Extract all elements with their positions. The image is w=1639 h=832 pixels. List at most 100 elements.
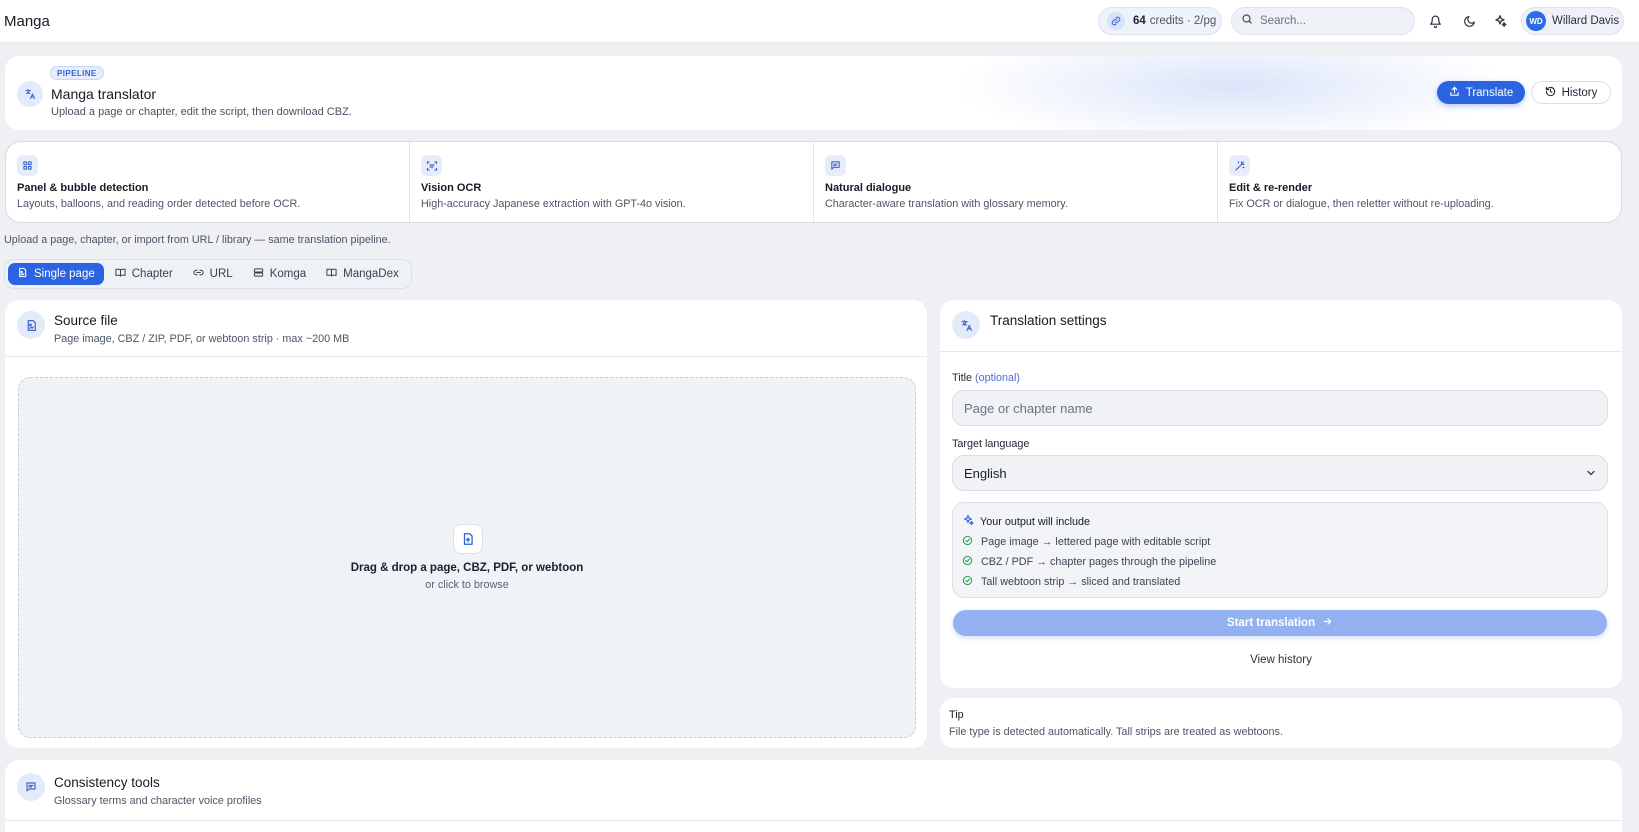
feature-desc: Layouts, balloons, and reading order det… xyxy=(17,198,301,210)
title-input[interactable] xyxy=(964,400,1607,416)
feature-title: Vision OCR xyxy=(421,182,482,194)
divider xyxy=(940,351,1622,352)
message-icon xyxy=(825,155,846,176)
upload-icon xyxy=(1449,86,1460,100)
feature-vision-ocr: Vision OCR High-accuracy Japanese extrac… xyxy=(410,142,814,222)
source-file-card: Source file Page image, CBZ / ZIP, PDF, … xyxy=(5,300,927,748)
tab-single-page[interactable]: Single page xyxy=(8,263,104,285)
feature-edit-rerender: Edit & re-render Fix OCR or dialogue, th… xyxy=(1218,142,1621,222)
translate-icon xyxy=(952,311,980,339)
page-subtitle: Upload a page or chapter, edit the scrip… xyxy=(51,106,352,118)
tip-title: Tip xyxy=(949,709,964,721)
history-button[interactable]: History xyxy=(1531,81,1611,104)
output-item-text: Page image → lettered page with editable… xyxy=(981,536,1211,548)
translate-button[interactable]: Translate xyxy=(1437,81,1525,104)
history-button-label: History xyxy=(1561,86,1598,99)
feature-natural-dialogue: Natural dialogue Character-aware transla… xyxy=(814,142,1218,222)
bell-icon[interactable] xyxy=(1425,11,1445,31)
page-title: Manga translator xyxy=(51,86,157,102)
tab-label: MangaDex xyxy=(343,268,399,280)
link-icon xyxy=(1107,12,1125,30)
tab-label: Single page xyxy=(34,268,95,280)
output-summary: Your output will include Page image → le… xyxy=(952,502,1608,598)
tab-url[interactable]: URL xyxy=(184,263,242,285)
tab-mangadex[interactable]: MangaDex xyxy=(317,263,408,285)
file-upload-icon xyxy=(453,524,483,554)
feature-desc: Character-aware translation with glossar… xyxy=(825,198,1068,210)
language-label: Target language xyxy=(952,438,1030,450)
output-title: Your output will include xyxy=(980,515,1091,528)
list-item: Page image → lettered page with editable… xyxy=(962,535,1210,549)
check-circle-icon xyxy=(962,575,973,589)
feature-desc: Fix OCR or dialogue, then reletter witho… xyxy=(1229,198,1494,210)
credits-badge[interactable]: 64 credits · 2/pg xyxy=(1098,7,1222,35)
credits-count: 64 xyxy=(1133,15,1146,27)
brand-name[interactable]: Manga xyxy=(4,13,50,30)
history-icon xyxy=(1545,86,1556,100)
optional-note: (optional) xyxy=(975,372,1021,384)
view-history-link[interactable]: View history xyxy=(940,654,1622,666)
dropzone-title: Drag & drop a page, CBZ, PDF, or webtoon xyxy=(350,562,584,574)
source-title: Source file xyxy=(54,313,118,328)
tab-label: Komga xyxy=(269,268,307,280)
feature-title: Natural dialogue xyxy=(825,182,912,194)
grid-icon xyxy=(17,155,38,176)
output-item-text: CBZ / PDF → chapter pages through the pi… xyxy=(981,556,1217,568)
list-item: Tall webtoon strip → sliced and translat… xyxy=(962,575,1180,589)
message-icon xyxy=(17,773,45,801)
start-button-label: Start translation xyxy=(1226,617,1316,629)
moon-icon[interactable] xyxy=(1459,11,1479,31)
consistency-subtitle: Glossary terms and character voice profi… xyxy=(54,795,262,807)
avatar: WD xyxy=(1526,11,1546,31)
sparkles-icon xyxy=(962,514,974,529)
file-dropzone[interactable]: Drag & drop a page, CBZ, PDF, or webtoon… xyxy=(18,377,916,738)
search-icon xyxy=(1241,12,1253,30)
source-subtitle: Page image, CBZ / ZIP, PDF, or webtoon s… xyxy=(54,333,350,345)
upload-hint: Upload a page, chapter, or import from U… xyxy=(4,234,391,246)
file-image-icon xyxy=(17,267,28,281)
user-menu[interactable]: WD Willard Davis xyxy=(1521,7,1624,35)
book-open-icon xyxy=(326,267,337,281)
user-name: Willard Davis xyxy=(1552,15,1620,27)
title-field-label: Title (optional) xyxy=(952,372,1020,384)
consistency-title: Consistency tools xyxy=(54,775,160,790)
tip-card: Tip File type is detected automatically.… xyxy=(940,698,1622,748)
pipeline-badge: PIPELINE xyxy=(50,66,104,80)
translate-icon xyxy=(17,81,43,107)
output-item-text: Tall webtoon strip → sliced and translat… xyxy=(981,576,1181,588)
tip-text: File type is detected automatically. Tal… xyxy=(949,726,1283,738)
divider xyxy=(5,356,927,357)
file-image-icon xyxy=(17,311,45,339)
page-header: PIPELINE Manga translator Upload a page … xyxy=(5,56,1622,130)
search-box[interactable] xyxy=(1231,7,1415,35)
settings-title: Translation settings xyxy=(990,313,1107,328)
target-language-select[interactable]: English xyxy=(952,455,1608,491)
wand-icon xyxy=(1229,155,1250,176)
check-circle-icon xyxy=(962,535,973,549)
book-open-icon xyxy=(115,267,126,281)
feature-title: Panel & bubble detection xyxy=(17,182,149,194)
chevron-down-icon xyxy=(1585,467,1597,482)
list-item: CBZ / PDF → chapter pages through the pi… xyxy=(962,555,1216,569)
feature-desc: High-accuracy Japanese extraction with G… xyxy=(421,198,686,210)
translate-button-label: Translate xyxy=(1465,86,1514,99)
feature-panel-detection: Panel & bubble detection Layouts, balloo… xyxy=(6,142,410,222)
tab-chapter[interactable]: Chapter xyxy=(106,263,182,285)
top-bar: Manga 64 credits · 2/pg WD Willard Davis xyxy=(0,0,1639,43)
title-label: Title xyxy=(952,372,972,384)
server-icon xyxy=(253,267,264,281)
consistency-tools-card: Consistency tools Glossary terms and cha… xyxy=(5,760,1622,832)
tab-komga[interactable]: Komga xyxy=(244,263,315,285)
credits-rate: credits · 2/pg xyxy=(1149,15,1217,27)
search-input[interactable] xyxy=(1260,15,1400,27)
title-field[interactable] xyxy=(952,390,1608,426)
sparkles-icon[interactable] xyxy=(1490,11,1510,31)
scan-text-icon xyxy=(421,155,442,176)
translation-settings-card: Translation settings Title (optional) Ta… xyxy=(940,300,1622,688)
start-translation-button[interactable]: Start translation xyxy=(953,610,1607,636)
feature-title: Edit & re-render xyxy=(1229,182,1313,194)
check-circle-icon xyxy=(962,555,973,569)
header-glow xyxy=(952,56,1512,130)
feature-strip: Panel & bubble detection Layouts, balloo… xyxy=(5,141,1622,223)
link-icon xyxy=(193,267,204,281)
